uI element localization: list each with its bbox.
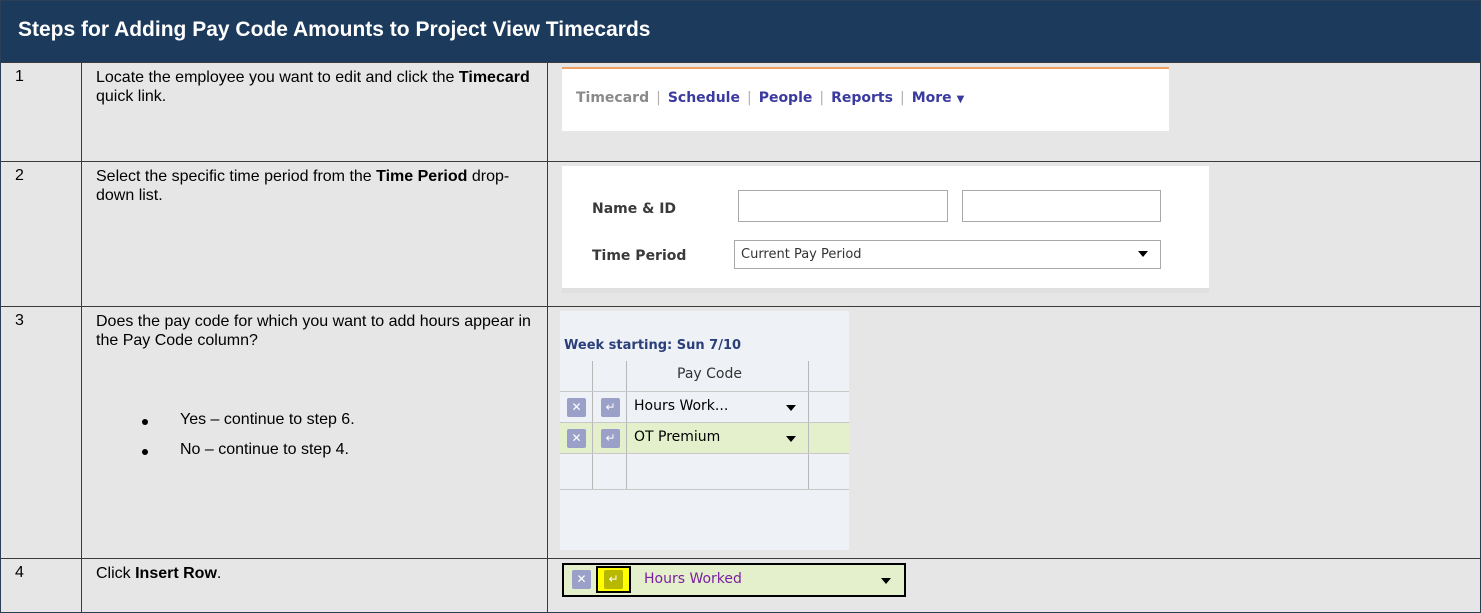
triangle-down-icon [1138, 251, 1148, 257]
quick-link-schedule[interactable]: Schedule [668, 90, 740, 106]
form-screenshot: Name & ID Time Period Current Pay Period [562, 166, 1209, 293]
insert-row-icon[interactable]: ↵ [601, 398, 620, 417]
table-row: ✕ ↵ OT Premium [560, 423, 849, 454]
table-header-row: Pay Code [560, 361, 849, 392]
step-description: Click Insert Row. [96, 565, 222, 582]
x-delete-icon[interactable]: ✕ [567, 429, 586, 448]
insert-row-icon[interactable]: ↵ [601, 429, 620, 448]
step-row-1: 1 Locate the employee you want to edit a… [1, 62, 1480, 161]
triangle-down-icon: ▼ [956, 94, 965, 105]
pay-code-value[interactable]: OT Premium [634, 429, 720, 445]
quick-link-reports[interactable]: Reports [831, 90, 893, 106]
step-number: 3 [15, 312, 24, 329]
step-number: 4 [15, 564, 24, 581]
step-description: Does the pay code for which you want to … [96, 313, 531, 349]
pay-code-value[interactable]: Hours Worked [644, 571, 742, 587]
step-description: Locate the employee you want to edit and… [96, 69, 530, 105]
pay-code-value[interactable]: Hours Work... [634, 398, 728, 414]
week-label: Week starting: Sun 7/10 [564, 338, 742, 353]
insert-row-icon: ↵ [604, 570, 623, 589]
time-period-label: Time Period [592, 248, 687, 264]
title-bar: Steps for Adding Pay Code Amounts to Pro… [1, 1, 1480, 62]
x-delete-icon[interactable]: ✕ [567, 398, 586, 417]
timecard-grid-screenshot: Week starting: Sun 7/10 Pay Code ✕ ↵ Hou… [560, 311, 849, 550]
insert-row-button[interactable]: ↵ [596, 566, 631, 593]
step-number: 1 [15, 68, 24, 85]
page-title: Steps for Adding Pay Code Amounts to Pro… [18, 18, 651, 41]
name-id-label: Name & ID [592, 201, 677, 217]
quick-link-people[interactable]: People [759, 90, 813, 106]
time-period-select[interactable]: Current Pay Period [734, 240, 1161, 269]
step-number: 2 [15, 167, 24, 184]
nav-screenshot: Timecard | Schedule | People | Reports | More ▼ [562, 67, 1169, 131]
name-input[interactable] [738, 190, 948, 222]
quick-link-timecard[interactable]: Timecard [576, 90, 649, 106]
quick-link-more[interactable]: More [912, 90, 952, 106]
table-row [560, 454, 849, 490]
quick-links: Timecard | Schedule | People | Reports | More ▼ [576, 90, 965, 106]
id-input[interactable] [962, 190, 1161, 222]
insert-row-screenshot: ✕ ↵ Hours Worked [562, 563, 906, 597]
table-row: ✕ ↵ Hours Work... [560, 392, 849, 423]
steps-table: Steps for Adding Pay Code Amounts to Pro… [0, 0, 1481, 613]
column-header-pay-code: Pay Code [677, 366, 742, 382]
step-row-4: 4 Click Insert Row. ✕ ↵ Hours Worked [1, 558, 1480, 613]
triangle-down-icon[interactable] [881, 578, 891, 584]
step-row-3: 3 Does the pay code for which you want t… [1, 306, 1480, 558]
time-period-value: Current Pay Period [741, 247, 862, 262]
x-delete-icon[interactable]: ✕ [572, 570, 591, 589]
triangle-down-icon[interactable] [786, 436, 796, 442]
step-description: Select the specific time period from the… [96, 168, 510, 204]
step-row-2: 2 Select the specific time period from t… [1, 161, 1480, 306]
triangle-down-icon[interactable] [786, 405, 796, 411]
